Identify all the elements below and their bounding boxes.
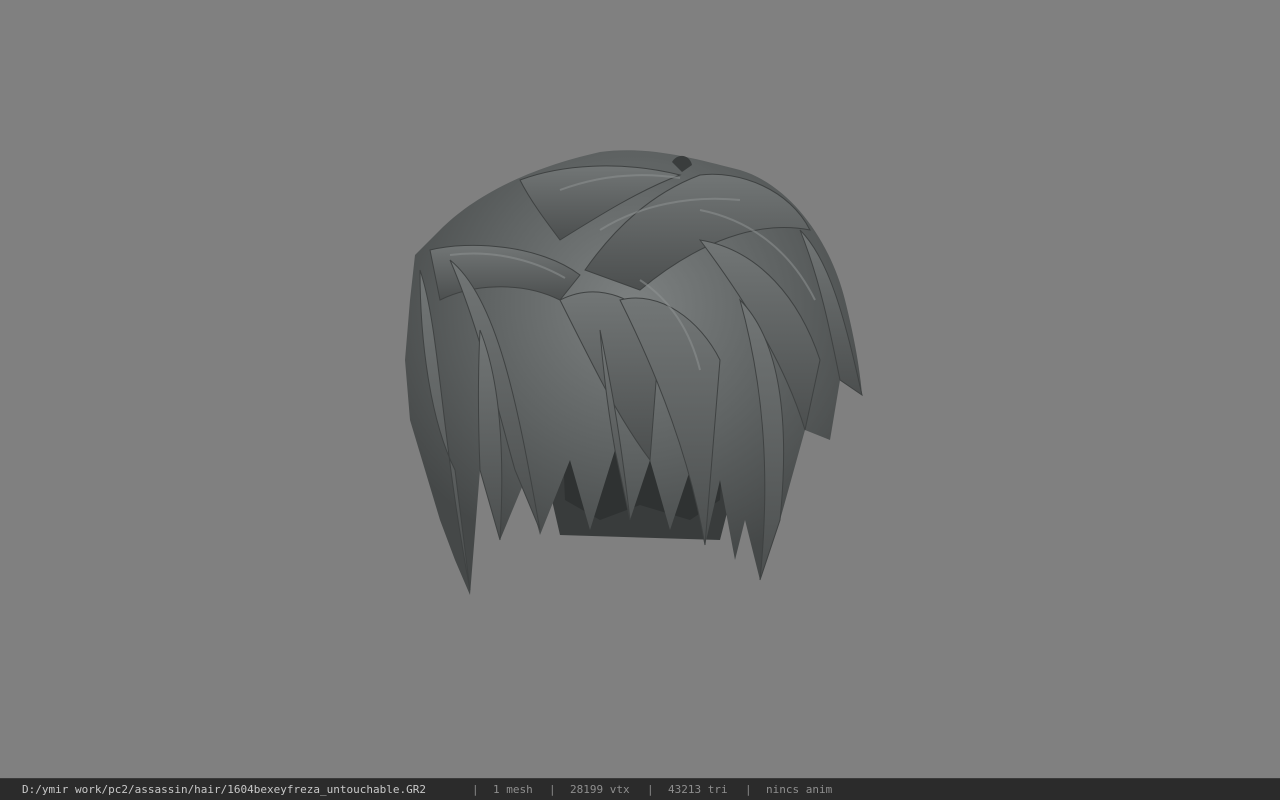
file-path: D:/ymir work/pc2/assassin/hair/1604bexey…	[22, 783, 426, 796]
status-bar: D:/ymir work/pc2/assassin/hair/1604bexey…	[0, 778, 1280, 800]
separator: |	[745, 783, 752, 796]
separator: |	[549, 783, 556, 796]
vertex-count: 28199 vtx	[570, 783, 630, 796]
separator: |	[647, 783, 654, 796]
animation-status: nincs anim	[766, 783, 833, 796]
mesh-count: 1 mesh	[493, 783, 533, 796]
separator: |	[472, 783, 479, 796]
hair-model-render[interactable]	[0, 0, 1280, 778]
3d-viewport[interactable]	[0, 0, 1280, 778]
triangle-count: 43213 tri	[668, 783, 728, 796]
